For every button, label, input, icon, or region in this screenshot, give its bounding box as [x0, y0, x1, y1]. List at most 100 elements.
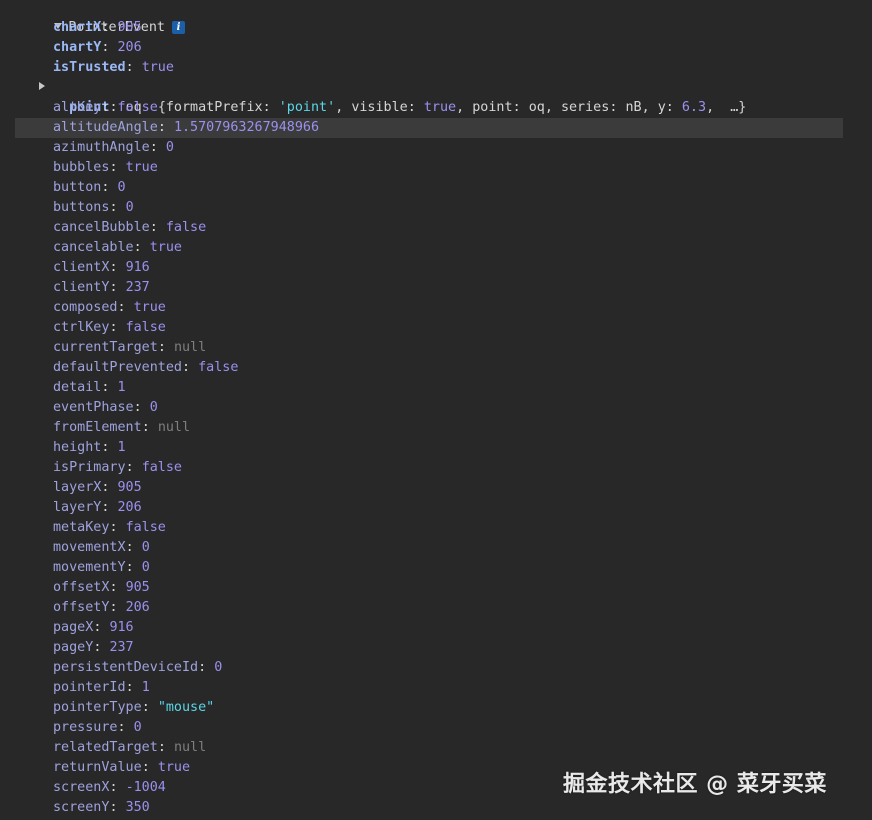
- property-colon: :: [117, 300, 134, 315]
- property-row-returnValue[interactable]: returnValue: true: [53, 758, 190, 778]
- property-row-clientX[interactable]: clientX: 916: [53, 258, 150, 278]
- property-row-altKey[interactable]: altKey: false: [53, 98, 158, 118]
- property-colon: :: [157, 120, 174, 135]
- property-colon: :: [133, 400, 150, 415]
- preview-key-series: series: [560, 100, 610, 115]
- property-row-bubbles[interactable]: bubbles: true: [53, 158, 158, 178]
- property-key: pageX: [53, 620, 94, 635]
- property-colon: :: [149, 140, 166, 155]
- property-row-movementX[interactable]: movementX: 0: [53, 538, 150, 558]
- property-value: 206: [117, 40, 142, 55]
- property-colon: :: [101, 180, 118, 195]
- property-key: eventPhase: [53, 400, 134, 415]
- property-row-pageY[interactable]: pageY: 237: [53, 638, 134, 658]
- property-row-ctrlKey[interactable]: ctrlKey: false: [53, 318, 166, 338]
- property-key: clientX: [53, 260, 110, 275]
- property-row-pressure[interactable]: pressure: 0: [53, 718, 142, 738]
- property-value: 350: [125, 800, 150, 815]
- property-key: altitudeAngle: [53, 120, 158, 135]
- property-row-chartY[interactable]: chartY: 206: [53, 38, 142, 58]
- property-value: 0: [165, 140, 174, 155]
- property-row-eventPhase[interactable]: eventPhase: 0: [53, 398, 158, 418]
- property-key: relatedTarget: [53, 740, 158, 755]
- property-key: azimuthAngle: [53, 140, 150, 155]
- property-row-point[interactable]: point: oq {formatPrefix: 'point', visibl…: [39, 78, 746, 115]
- property-value: false: [141, 460, 182, 475]
- property-row-movementY[interactable]: movementY: 0: [53, 558, 150, 578]
- property-row-offsetX[interactable]: offsetX: 905: [53, 578, 150, 598]
- property-row-currentTarget[interactable]: currentTarget: null: [53, 338, 206, 358]
- property-key: pageY: [53, 640, 94, 655]
- property-key: pointerId: [53, 680, 126, 695]
- property-row-chartX[interactable]: chartX: 905: [53, 18, 142, 38]
- property-row-screenX[interactable]: screenX: -1004: [53, 778, 166, 798]
- property-key: screenY: [53, 800, 110, 815]
- property-colon: :: [109, 160, 126, 175]
- property-row-composed[interactable]: composed: true: [53, 298, 166, 318]
- property-value: 905: [125, 580, 150, 595]
- property-colon: :: [157, 740, 174, 755]
- pointer-event-header[interactable]: PointerEvent i: [22, 0, 185, 35]
- property-row-altitudeAngle[interactable]: altitudeAngle: 1.5707963267948966: [53, 118, 319, 138]
- property-row-cancelable[interactable]: cancelable: true: [53, 238, 182, 258]
- property-colon: :: [149, 220, 166, 235]
- property-row-screenY[interactable]: screenY: 350: [53, 798, 150, 818]
- property-colon: :: [101, 440, 118, 455]
- property-row-height[interactable]: height: 1: [53, 438, 126, 458]
- property-colon: :: [109, 580, 126, 595]
- property-row-buttons[interactable]: buttons: 0: [53, 198, 134, 218]
- property-row-persistentDeviceId[interactable]: persistentDeviceId: 0: [53, 658, 222, 678]
- property-row-detail[interactable]: detail: 1: [53, 378, 126, 398]
- property-value: 916: [109, 620, 134, 635]
- property-row-relatedTarget[interactable]: relatedTarget: null: [53, 738, 206, 758]
- property-key: buttons: [53, 200, 110, 215]
- property-key: currentTarget: [53, 340, 158, 355]
- property-row-clientY[interactable]: clientY: 237: [53, 278, 150, 298]
- property-row-button[interactable]: button: 0: [53, 178, 126, 198]
- property-value: 0: [117, 180, 126, 195]
- property-row-pointerId[interactable]: pointerId: 1: [53, 678, 150, 698]
- property-value: -1004: [125, 780, 166, 795]
- property-colon: :: [101, 100, 118, 115]
- expand-triangle-right-icon[interactable]: [39, 82, 45, 90]
- property-key: isTrusted: [53, 60, 126, 75]
- property-value: 905: [117, 20, 142, 35]
- property-colon: :: [101, 500, 118, 515]
- property-value: 1: [141, 680, 150, 695]
- property-row-pointerType[interactable]: pointerType: "mouse": [53, 698, 214, 718]
- preview-ellipsis[interactable]: …}: [730, 100, 746, 115]
- property-row-layerX[interactable]: layerX: 905: [53, 478, 142, 498]
- property-row-layerY[interactable]: layerY: 206: [53, 498, 142, 518]
- property-value: false: [198, 360, 239, 375]
- property-row-defaultPrevented[interactable]: defaultPrevented: false: [53, 358, 238, 378]
- property-row-pageX[interactable]: pageX: 916: [53, 618, 134, 638]
- info-icon[interactable]: i: [172, 21, 185, 34]
- property-row-isTrusted[interactable]: isTrusted: true: [53, 58, 174, 78]
- property-row-offsetY[interactable]: offsetY: 206: [53, 598, 150, 618]
- property-value: false: [125, 520, 166, 535]
- property-value: 1: [117, 440, 126, 455]
- preview-value-point: oq: [528, 100, 545, 115]
- property-key: movementX: [53, 540, 126, 555]
- property-colon: :: [198, 660, 215, 675]
- property-key: offsetX: [53, 580, 110, 595]
- property-value: 0: [133, 720, 142, 735]
- property-value: 0: [141, 540, 150, 555]
- property-row-fromElement[interactable]: fromElement: null: [53, 418, 190, 438]
- property-row-azimuthAngle[interactable]: azimuthAngle: 0: [53, 138, 174, 158]
- property-key: chartX: [53, 20, 102, 35]
- property-value: true: [133, 300, 166, 315]
- property-colon: :: [93, 620, 110, 635]
- preview-key-visible: visible: [351, 100, 408, 115]
- property-key: fromElement: [53, 420, 142, 435]
- property-colon: :: [109, 520, 126, 535]
- property-row-cancelBubble[interactable]: cancelBubble: false: [53, 218, 206, 238]
- property-key: altKey: [53, 100, 102, 115]
- property-row-isPrimary[interactable]: isPrimary: false: [53, 458, 182, 478]
- property-value: true: [125, 160, 158, 175]
- property-value: 237: [125, 280, 150, 295]
- property-value: 916: [125, 260, 150, 275]
- preview-value-y: 6.3: [681, 100, 707, 115]
- property-row-metaKey[interactable]: metaKey: false: [53, 518, 166, 538]
- property-colon: :: [109, 800, 126, 815]
